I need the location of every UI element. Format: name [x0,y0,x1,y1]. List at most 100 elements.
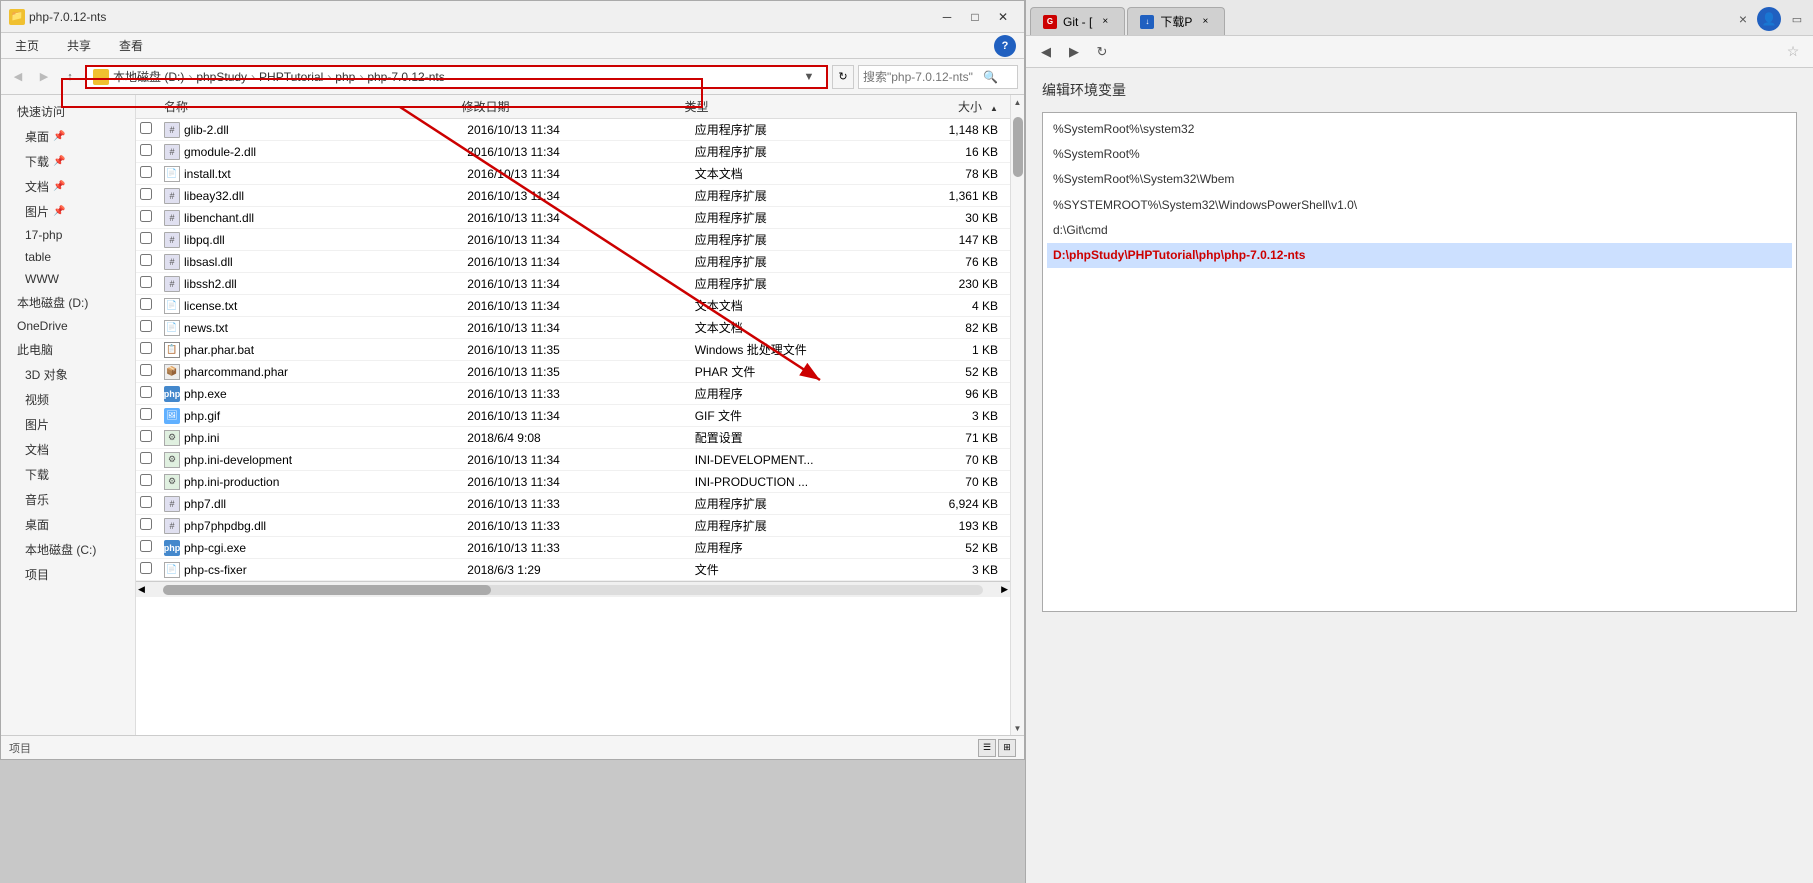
sidebar-item-desktop2[interactable]: 桌面 [1,512,135,537]
row-checkbox[interactable] [140,408,152,420]
browser-forward-button[interactable]: ▶ [1062,40,1086,64]
row-checkbox[interactable] [140,122,152,134]
row-check[interactable] [140,452,164,467]
search-input[interactable] [863,70,983,84]
forward-button[interactable]: ▶ [33,66,55,88]
row-checkbox[interactable] [140,210,152,222]
sidebar-item-www[interactable]: WWW [1,268,135,290]
view-grid-button[interactable]: ⊞ [998,739,1016,757]
row-check[interactable] [140,298,164,313]
sidebar-item-video[interactable]: 视频 [1,387,135,412]
browser-tab-dl[interactable]: ↓ 下载P × [1127,7,1225,35]
row-check[interactable] [140,144,164,159]
row-check[interactable] [140,276,164,291]
address-dropdown[interactable]: ▼ [798,66,820,88]
browser-restore-button[interactable]: ▭ [1785,7,1809,31]
row-check[interactable] [140,562,164,577]
table-row[interactable]: # libenchant.dll 2016/10/13 11:34 应用程序扩展… [136,207,1010,229]
sidebar-item-17php[interactable]: 17-php [1,224,135,246]
row-checkbox[interactable] [140,562,152,574]
env-item[interactable]: D:\phpStudy\PHPTutorial\php\php-7.0.12-n… [1047,243,1792,268]
row-check[interactable] [140,254,164,269]
hscroll-track[interactable] [163,585,983,595]
table-row[interactable]: 📄 php-cs-fixer 2018/6/3 1:29 文件 3 KB [136,559,1010,581]
row-checkbox[interactable] [140,364,152,376]
close-button[interactable]: ✕ [990,6,1016,28]
row-check[interactable] [140,386,164,401]
row-checkbox[interactable] [140,496,152,508]
sidebar-item-downloads[interactable]: 下载 📌 [1,149,135,174]
sidebar-item-3dobjects[interactable]: 3D 对象 [1,362,135,387]
vscroll-up[interactable]: ▲ [1011,95,1024,109]
sidebar-item-pictures2[interactable]: 图片 [1,412,135,437]
sidebar-item-table[interactable]: table [1,246,135,268]
table-row[interactable]: 📄 license.txt 2016/10/13 11:34 文本文档 4 KB [136,295,1010,317]
hscroll-thumb[interactable] [163,585,491,595]
row-check[interactable] [140,232,164,247]
vertical-scrollbar[interactable]: ▲ ▼ [1010,95,1024,735]
table-row[interactable]: ⚙ php.ini-development 2016/10/13 11:34 I… [136,449,1010,471]
table-row[interactable]: php php.exe 2016/10/13 11:33 应用程序 96 KB [136,383,1010,405]
row-check[interactable] [140,474,164,489]
col-size-header[interactable]: 大小 [863,98,990,115]
path-part-4[interactable]: php [335,70,355,84]
row-checkbox[interactable] [140,474,152,486]
row-checkbox[interactable] [140,298,152,310]
sidebar-item-desktop[interactable]: 桌面 📌 [1,124,135,149]
table-row[interactable]: 📄 install.txt 2016/10/13 11:34 文本文档 78 K… [136,163,1010,185]
row-checkbox[interactable] [140,232,152,244]
env-list[interactable]: %SystemRoot%\system32%SystemRoot%%System… [1042,112,1797,612]
col-name-header[interactable]: 名称 [164,98,461,115]
path-part-2[interactable]: phpStudy [196,70,247,84]
sidebar-item-local-c[interactable]: 本地磁盘 (C:) [1,537,135,562]
table-row[interactable]: # libpq.dll 2016/10/13 11:34 应用程序扩展 147 … [136,229,1010,251]
row-check[interactable] [140,188,164,203]
sidebar-item-downloads2[interactable]: 下载 [1,462,135,487]
back-button[interactable]: ◀ [7,66,29,88]
help-button[interactable]: ? [994,35,1016,57]
maximize-button[interactable]: □ [962,6,988,28]
row-checkbox[interactable] [140,452,152,464]
address-path[interactable]: 本地磁盘 (D:) › phpStudy › PHPTutorial › php… [85,65,828,89]
env-item[interactable]: %SystemRoot%\system32 [1047,117,1792,142]
env-item[interactable]: %SYSTEMROOT%\System32\WindowsPowerShell\… [1047,193,1792,218]
row-check[interactable] [140,518,164,533]
search-icon[interactable]: 🔍 [983,70,998,84]
path-part-3[interactable]: PHPTutorial [259,70,323,84]
table-row[interactable]: # php7.dll 2016/10/13 11:33 应用程序扩展 6,924… [136,493,1010,515]
env-item[interactable]: %SystemRoot% [1047,142,1792,167]
env-item[interactable]: d:\Git\cmd [1047,218,1792,243]
scroll-up-arrow[interactable]: ▲ [990,104,998,113]
row-checkbox[interactable] [140,166,152,178]
browser-tab-git[interactable]: G Git - [ × [1030,7,1125,35]
browser-refresh-button[interactable]: ↻ [1090,40,1114,64]
bookmark-button[interactable]: ☆ [1781,40,1805,64]
panel-close-button[interactable]: × [1733,9,1753,29]
user-avatar[interactable]: 👤 [1757,7,1781,31]
table-row[interactable]: 🖼 php.gif 2016/10/13 11:34 GIF 文件 3 KB [136,405,1010,427]
sidebar-item-documents2[interactable]: 文档 [1,437,135,462]
row-checkbox[interactable] [140,144,152,156]
path-part-1[interactable]: 本地磁盘 (D:) [113,68,184,85]
table-row[interactable]: # libeay32.dll 2016/10/13 11:34 应用程序扩展 1… [136,185,1010,207]
sidebar-item-music[interactable]: 音乐 [1,487,135,512]
col-type-header[interactable]: 类型 [685,98,863,115]
table-row[interactable]: ⚙ php.ini-production 2016/10/13 11:34 IN… [136,471,1010,493]
row-check[interactable] [140,496,164,511]
table-row[interactable]: # php7phpdbg.dll 2016/10/13 11:33 应用程序扩展… [136,515,1010,537]
vscroll-thumb[interactable] [1013,117,1023,177]
table-row[interactable]: # libsasl.dll 2016/10/13 11:34 应用程序扩展 76… [136,251,1010,273]
table-row[interactable]: # glib-2.dll 2016/10/13 11:34 应用程序扩展 1,1… [136,119,1010,141]
tab-git-close[interactable]: × [1098,15,1112,29]
row-checkbox[interactable] [140,188,152,200]
row-checkbox[interactable] [140,254,152,266]
refresh-button[interactable]: ↻ [832,65,854,89]
hscroll-left[interactable]: ◀ [136,584,147,595]
vscroll-down[interactable]: ▼ [1011,721,1024,735]
browser-back-button[interactable]: ◀ [1034,40,1058,64]
row-checkbox[interactable] [140,276,152,288]
row-check[interactable] [140,364,164,379]
ribbon-tab-view[interactable]: 查看 [113,35,149,56]
row-check[interactable] [140,166,164,181]
table-row[interactable]: 📦 pharcommand.phar 2016/10/13 11:35 PHAR… [136,361,1010,383]
